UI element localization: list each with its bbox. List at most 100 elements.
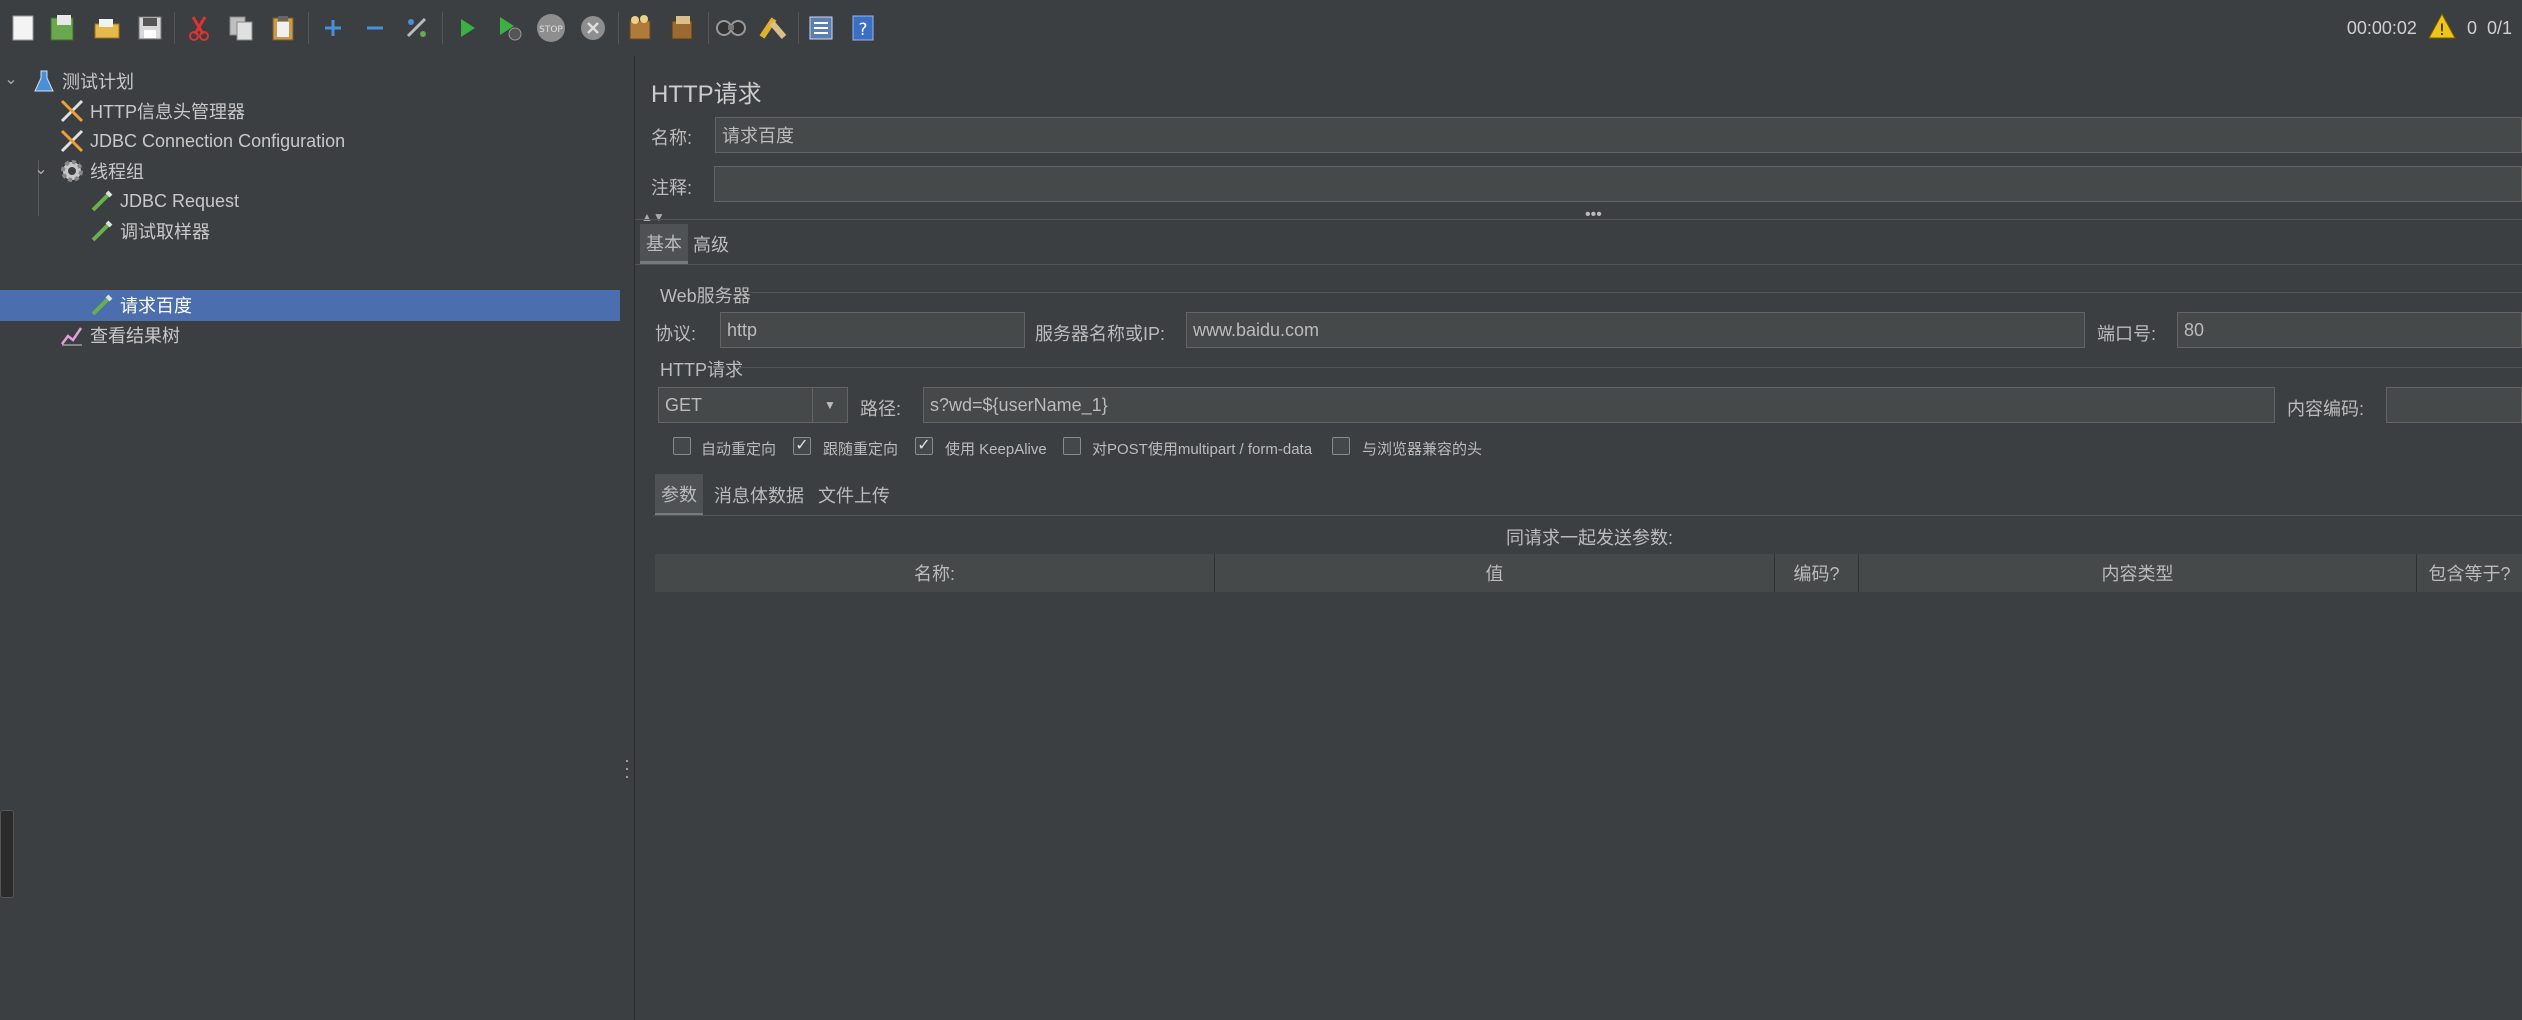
page-title: HTTP请求: [651, 81, 762, 108]
pipette-icon: [88, 187, 116, 215]
tree-item-view-results-tree[interactable]: 查看结果树: [58, 320, 180, 350]
svg-text:?: ?: [858, 20, 867, 40]
tab-parameters[interactable]: 参数: [655, 474, 703, 516]
tree-item-label: JDBC Request: [120, 190, 240, 211]
tree-item-jdbc-connection-configuration[interactable]: JDBC Connection Configuration: [58, 126, 345, 156]
server-name-label: 服务器名称或IP:: [1035, 324, 1166, 344]
wrench-icon: [58, 127, 86, 155]
flask-icon: [30, 67, 58, 95]
port-field[interactable]: 80: [2177, 312, 2522, 348]
protocol-field[interactable]: http: [720, 312, 1025, 348]
params-table-header: 名称: 值 编码? 内容类型 包含等于?: [655, 554, 2522, 593]
follow-redirects-label: 跟随重定向: [823, 441, 899, 458]
tab-advanced[interactable]: 高级: [687, 224, 735, 264]
divider-handle-icon[interactable]: •••: [1585, 206, 1602, 224]
column-value[interactable]: 值: [1215, 554, 1775, 592]
params-table-body[interactable]: [655, 592, 2522, 1020]
paste-icon[interactable]: [266, 11, 300, 45]
start-no-pause-icon[interactable]: [492, 11, 526, 45]
multipart-label: 对POST使用multipart / form-data: [1092, 441, 1313, 458]
protocol-label: 协议:: [655, 324, 697, 344]
copy-icon[interactable]: [224, 11, 258, 45]
column-name[interactable]: 名称:: [655, 554, 1215, 592]
column-content-type[interactable]: 内容类型: [1859, 554, 2417, 592]
column-encode[interactable]: 编码?: [1775, 554, 1859, 592]
test-plan-tree: ⌄ 测试计划 HTTP信息头管理器 JDBC Connection Config…: [0, 56, 621, 1020]
keepalive-label: 使用 KeepAlive: [945, 441, 1047, 458]
collapse-icon[interactable]: [358, 11, 392, 45]
chevron-down-icon[interactable]: ⌄: [32, 160, 50, 178]
thread-count: 0/1: [2486, 17, 2512, 38]
tree-item-baidu-request[interactable]: 请求百度: [88, 290, 192, 320]
chevron-down-icon[interactable]: ▼: [812, 388, 847, 422]
panel-splitter[interactable]: · · ·: [620, 56, 635, 1020]
content-encoding-field[interactable]: [2386, 387, 2522, 423]
expand-icon[interactable]: [316, 11, 350, 45]
protocol-value: http: [727, 319, 758, 340]
memory-indicator: [0, 810, 14, 898]
column-include-equals[interactable]: 包含等于?: [2417, 554, 2522, 592]
warning-count: 0: [2466, 17, 2477, 38]
tree-item-test-plan[interactable]: 测试计划: [30, 66, 134, 96]
status-area: 00:00:02 ! 0 0/1: [2347, 0, 2512, 56]
params-caption: 同请求一起发送参数:: [1506, 528, 1674, 548]
follow-redirects-checkbox[interactable]: ✓: [793, 437, 811, 455]
keepalive-checkbox[interactable]: ✓: [915, 437, 933, 455]
web-server-group-title: Web服务器: [660, 286, 751, 306]
port-label: 端口号:: [2097, 324, 2157, 344]
port-value: 80: [2184, 319, 2205, 340]
auto-redirect-checkbox[interactable]: [673, 437, 691, 455]
svg-text:STOP: STOP: [539, 25, 563, 35]
start-icon[interactable]: [450, 11, 484, 45]
multipart-checkbox[interactable]: [1063, 437, 1081, 455]
comment-label: 注释:: [651, 178, 693, 198]
tab-body-data[interactable]: 消息体数据: [708, 474, 810, 516]
save-icon[interactable]: [133, 11, 167, 45]
name-value: 请求百度: [722, 126, 794, 146]
tree-item-label: 调试取样器: [120, 222, 210, 242]
method-select[interactable]: GET ▼: [658, 387, 848, 423]
tree-item-label: 测试计划: [62, 72, 134, 92]
tab-files-upload[interactable]: 文件上传: [812, 474, 896, 516]
browser-compatible-headers-checkbox[interactable]: [1332, 437, 1350, 455]
tree-item-label: 线程组: [90, 162, 144, 182]
warning-icon[interactable]: !: [2427, 12, 2457, 45]
tab-basic[interactable]: 基本: [640, 224, 688, 264]
pipette-icon: [88, 217, 116, 245]
clear-icon[interactable]: [624, 11, 658, 45]
elapsed-timer: 00:00:02: [2346, 17, 2417, 38]
gear-icon: [58, 157, 86, 185]
name-field[interactable]: 请求百度: [715, 117, 2522, 153]
open-icon[interactable]: [90, 11, 124, 45]
toggle-icon[interactable]: [400, 11, 434, 45]
tree-item-label: JDBC Connection Configuration: [90, 130, 346, 151]
new-icon[interactable]: [6, 11, 40, 45]
cut-icon[interactable]: [182, 11, 216, 45]
tree-item-label: 查看结果树: [90, 326, 180, 346]
stop-icon[interactable]: STOP: [534, 11, 568, 45]
search-icon[interactable]: [714, 11, 748, 45]
function-helper-icon[interactable]: [804, 11, 838, 45]
drag-handle-icon[interactable]: · · ·: [623, 751, 631, 786]
pipette-icon: [88, 291, 116, 319]
collapse-arrows-icon[interactable]: ▲▼: [641, 210, 665, 224]
svg-text:!: !: [2439, 20, 2445, 39]
comment-field[interactable]: [714, 166, 2522, 202]
shutdown-icon[interactable]: [576, 11, 610, 45]
wrench-icon: [58, 97, 86, 125]
method-value: GET: [665, 394, 703, 415]
chevron-down-icon[interactable]: ⌄: [2, 70, 20, 88]
templates-icon[interactable]: [46, 11, 80, 45]
tree-item-thread-group[interactable]: 线程组: [58, 156, 144, 186]
name-label: 名称:: [651, 128, 693, 148]
reset-search-icon[interactable]: [756, 11, 790, 45]
tree-item-jdbc-request[interactable]: JDBC Request: [88, 186, 239, 216]
tree-item-label: 请求百度: [120, 296, 192, 316]
clear-all-icon[interactable]: [666, 11, 700, 45]
path-field[interactable]: s?wd=${userName_1}: [923, 387, 2275, 423]
help-icon[interactable]: ?: [846, 11, 880, 45]
tree-item-http-header-manager[interactable]: HTTP信息头管理器: [58, 96, 245, 126]
auto-redirect-label: 自动重定向: [701, 441, 777, 458]
server-name-field[interactable]: www.baidu.com: [1186, 312, 2085, 348]
tree-item-debug-sampler[interactable]: 调试取样器: [88, 216, 210, 246]
